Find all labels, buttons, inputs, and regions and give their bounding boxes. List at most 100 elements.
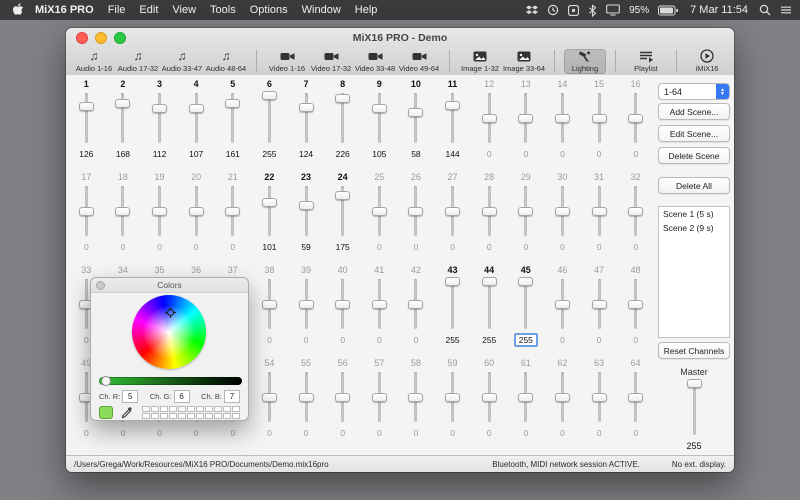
channel-slider[interactable]	[141, 184, 178, 238]
channel-slider[interactable]	[105, 184, 142, 238]
spotlight-icon[interactable]	[759, 4, 771, 16]
slider-thumb[interactable]	[591, 206, 607, 216]
tab-image-33-64[interactable]: Image 33-64	[503, 49, 545, 74]
channel-value[interactable]: 105	[372, 148, 386, 160]
color-swatch[interactable]	[196, 412, 204, 419]
channel-slider[interactable]	[398, 277, 435, 331]
slider-thumb[interactable]	[261, 197, 277, 207]
time-machine-icon[interactable]	[547, 4, 559, 16]
master-slider[interactable]	[658, 379, 730, 437]
channel-value[interactable]: 124	[299, 148, 313, 160]
color-swatch[interactable]	[232, 412, 240, 419]
slider-thumb[interactable]	[518, 392, 534, 402]
channel-slider[interactable]	[288, 91, 325, 145]
slider-thumb[interactable]	[371, 392, 387, 402]
channel-slider[interactable]	[324, 277, 361, 331]
channel-slider[interactable]	[434, 184, 471, 238]
tab-audio-33-47[interactable]: ♫ Audio 33-47	[161, 49, 203, 74]
slider-thumb[interactable]	[371, 104, 387, 114]
channel-slider[interactable]	[617, 277, 654, 331]
tab-audio-48-64[interactable]: ♫ Audio 48-64	[205, 49, 247, 74]
slider-thumb[interactable]	[335, 392, 351, 402]
slider-thumb[interactable]	[628, 392, 644, 402]
channel-value[interactable]: 0	[157, 427, 162, 439]
slider-thumb[interactable]	[628, 113, 644, 123]
channel-value[interactable]: 0	[597, 427, 602, 439]
channel-value[interactable]: 0	[230, 241, 235, 253]
channel-slider[interactable]	[398, 370, 435, 424]
slider-thumb[interactable]	[408, 206, 424, 216]
channel-value[interactable]: 175	[336, 241, 350, 253]
channel-slider[interactable]	[544, 277, 581, 331]
slider-thumb[interactable]	[115, 206, 131, 216]
channel-slider[interactable]	[105, 91, 142, 145]
channel-value[interactable]: 0	[633, 334, 638, 346]
channel-slider[interactable]	[581, 184, 618, 238]
slider-thumb[interactable]	[371, 206, 387, 216]
color-swatch[interactable]	[214, 412, 222, 419]
color-swatch[interactable]	[178, 405, 186, 412]
dropbox-icon[interactable]	[526, 5, 539, 16]
channel-value[interactable]: 0	[414, 241, 419, 253]
channel-value[interactable]: 58	[411, 148, 420, 160]
channel-value[interactable]: 0	[267, 334, 272, 346]
channel-slider[interactable]	[324, 184, 361, 238]
channel-slider[interactable]	[178, 91, 215, 145]
slider-thumb[interactable]	[408, 108, 424, 118]
channel-value[interactable]: 226	[336, 148, 350, 160]
channel-value[interactable]: 255	[482, 334, 496, 346]
channel-slider[interactable]	[68, 184, 105, 238]
channel-value[interactable]: 0	[340, 334, 345, 346]
slider-thumb[interactable]	[261, 392, 277, 402]
slider-thumb[interactable]	[445, 206, 461, 216]
channel-slider[interactable]	[398, 184, 435, 238]
colors-panel-titlebar[interactable]: Colors	[91, 278, 248, 293]
slider-thumb[interactable]	[298, 102, 314, 112]
reset-channels-button[interactable]: Reset Channels	[658, 342, 730, 359]
display-icon[interactable]	[606, 4, 620, 16]
tab-image-1-32[interactable]: Image 1-32	[459, 49, 501, 74]
channel-value[interactable]: 59	[301, 241, 310, 253]
color-swatch[interactable]	[205, 412, 213, 419]
channel-value[interactable]: 0	[633, 427, 638, 439]
channel-value[interactable]: 0	[487, 148, 492, 160]
tab-imix16[interactable]: iMiX16	[686, 49, 728, 74]
channel-slider[interactable]	[215, 184, 252, 238]
color-swatch[interactable]	[187, 405, 195, 412]
channel-value[interactable]: 144	[445, 148, 459, 160]
color-swatch[interactable]	[160, 405, 168, 412]
channel-slider[interactable]	[434, 91, 471, 145]
tab-audio-17-32[interactable]: ♫ Audio 17-32	[117, 49, 159, 74]
channel-value[interactable]: 0	[377, 334, 382, 346]
channel-slider[interactable]	[288, 370, 325, 424]
menu-help[interactable]: Help	[355, 4, 378, 16]
master-slider-thumb[interactable]	[686, 379, 702, 388]
brightness-slider-thumb[interactable]	[101, 376, 111, 386]
slider-thumb[interactable]	[554, 113, 570, 123]
channel-slider[interactable]	[251, 184, 288, 238]
channel-value[interactable]: 0	[523, 427, 528, 439]
channel-value[interactable]: 0	[267, 427, 272, 439]
channel-value[interactable]: 0	[84, 427, 89, 439]
channel-value[interactable]: 0	[194, 241, 199, 253]
minimize-button[interactable]	[95, 31, 107, 44]
slider-thumb[interactable]	[225, 206, 241, 216]
channel-slider[interactable]	[434, 277, 471, 331]
tab-video-33-48[interactable]: Video 33-48	[354, 49, 396, 74]
titlebar[interactable]: MiX16 PRO - Demo	[66, 28, 734, 47]
channel-slider[interactable]	[215, 91, 252, 145]
channel-slider[interactable]	[508, 91, 545, 145]
slider-thumb[interactable]	[554, 299, 570, 309]
channel-slider[interactable]	[581, 370, 618, 424]
channel-slider[interactable]	[544, 370, 581, 424]
slider-thumb[interactable]	[78, 102, 94, 112]
channel-slider[interactable]	[617, 184, 654, 238]
color-swatch[interactable]	[187, 412, 195, 419]
color-swatch[interactable]	[169, 405, 177, 412]
color-swatch[interactable]	[151, 405, 159, 412]
channel-value[interactable]: 0	[157, 241, 162, 253]
slider-thumb[interactable]	[408, 299, 424, 309]
color-swatch[interactable]	[223, 405, 231, 412]
channel-value[interactable]: 0	[597, 241, 602, 253]
channel-slider[interactable]	[617, 370, 654, 424]
